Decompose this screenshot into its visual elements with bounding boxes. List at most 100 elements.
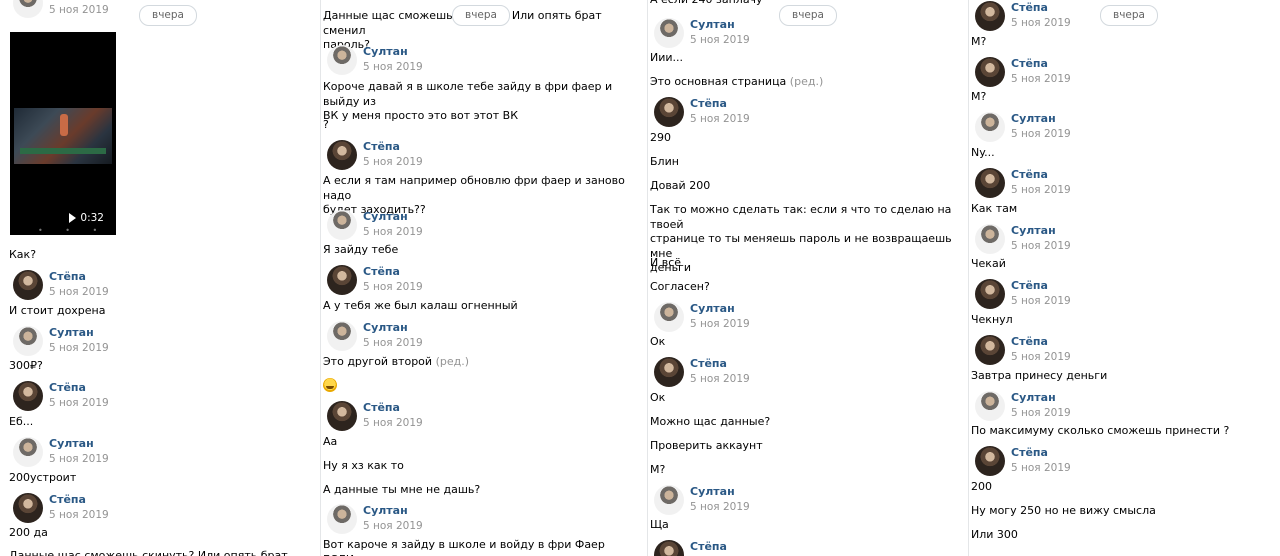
avatar[interactable]	[327, 210, 357, 240]
message-text: Как там	[971, 202, 1280, 217]
message-text: По максимуму сколько сможешь принести ?	[971, 424, 1280, 439]
message-header: Султан 5 ноя 2019	[975, 224, 1276, 256]
message-header: Султан 5 ноя 2019	[975, 112, 1276, 144]
message-text: Это другой второй (ред.)	[323, 355, 639, 370]
author-name-link[interactable]: Стёпа	[1011, 446, 1048, 459]
author-name-link[interactable]: Султан	[363, 504, 408, 517]
avatar[interactable]	[975, 279, 1005, 309]
message-text: Я зайду тебе	[323, 243, 639, 258]
message-text-content: Ща	[650, 518, 669, 531]
avatar[interactable]	[654, 18, 684, 48]
avatar[interactable]	[975, 335, 1005, 365]
message-text-content: 200устроит	[9, 471, 77, 484]
avatar[interactable]	[13, 437, 43, 467]
avatar[interactable]	[975, 391, 1005, 421]
author-name-link[interactable]: Султан	[690, 302, 735, 315]
message-header: Стёпа 5 ноя 2019	[975, 168, 1276, 200]
author-name-link[interactable]: Султан	[49, 326, 94, 339]
author-name-link[interactable]: Султан	[49, 437, 94, 450]
avatar[interactable]	[654, 302, 684, 332]
author-name-link[interactable]: Султан	[363, 45, 408, 58]
message-text: 300₽?	[9, 359, 316, 374]
message-date: 5 ноя 2019	[1011, 295, 1071, 307]
message-date: 5 ноя 2019	[1011, 407, 1071, 419]
message-date: 5 ноя 2019	[363, 281, 423, 293]
author-name-link[interactable]: Стёпа	[363, 265, 400, 278]
message-date: 5 ноя 2019	[1011, 184, 1071, 196]
date-divider-yesterday: вчера	[452, 5, 510, 26]
video-duration: 0:32	[80, 212, 104, 224]
play-icon[interactable]	[69, 213, 76, 223]
author-name-link[interactable]: Султан	[690, 18, 735, 31]
author-name-link[interactable]: Стёпа	[1011, 279, 1048, 292]
author-name-link[interactable]: Султан	[363, 321, 408, 334]
author-name-link[interactable]: Султан	[1011, 224, 1056, 237]
avatar[interactable]	[654, 97, 684, 127]
avatar[interactable]	[13, 326, 43, 356]
author-name-link[interactable]: Стёпа	[1011, 57, 1048, 70]
avatar[interactable]	[327, 265, 357, 295]
message-text-content: М?	[971, 90, 987, 103]
message-text: Завтра принесу деньги	[971, 369, 1280, 384]
avatar[interactable]	[327, 504, 357, 534]
author-name-link[interactable]: Стёпа	[49, 381, 86, 394]
message-text: Ща	[650, 518, 961, 533]
author-name-link[interactable]: Султан	[690, 485, 735, 498]
message-date: 5 ноя 2019	[49, 342, 109, 354]
author-name-link[interactable]: Стёпа	[1011, 1, 1048, 14]
message-text: Ок	[650, 391, 961, 406]
author-name-link[interactable]: Стёпа	[1011, 168, 1048, 181]
author-name-link[interactable]: Стёпа	[690, 97, 727, 110]
message-date: 5 ноя 2019	[690, 34, 750, 46]
author-name-link[interactable]: Султан	[1011, 391, 1056, 404]
author-name-link[interactable]: Стёпа	[49, 270, 86, 283]
avatar[interactable]	[654, 540, 684, 556]
author-name-link[interactable]: Стёпа	[49, 493, 86, 506]
avatar[interactable]	[327, 321, 357, 351]
avatar[interactable]	[13, 270, 43, 300]
avatar[interactable]	[13, 0, 43, 18]
avatar[interactable]	[975, 224, 1005, 254]
author-name-link[interactable]: Стёпа	[363, 401, 400, 414]
avatar[interactable]	[13, 381, 43, 411]
message-text: ?	[323, 118, 639, 133]
avatar[interactable]	[975, 1, 1005, 31]
message-text: Блин	[650, 155, 961, 170]
message-text: Данные щас сможешь скинуть? Или опять бр…	[9, 549, 316, 556]
message-text-content: Иии...	[650, 51, 684, 64]
author-name-link[interactable]: Султан	[363, 210, 408, 223]
message-text-content: Ну могу 250 но не вижу смысла	[971, 504, 1156, 517]
message-text: Чекнул	[971, 313, 1280, 328]
message-text: Ну могу 250 но не вижу смысла	[971, 504, 1280, 519]
message-text-content: Ок	[650, 335, 666, 348]
avatar[interactable]	[975, 57, 1005, 87]
message-text-content: Данные щас сможешь скинуть? Или опять бр…	[9, 549, 288, 556]
message-text-content: По максимуму сколько сможешь принести ?	[971, 424, 1230, 437]
avatar[interactable]	[975, 446, 1005, 476]
avatar[interactable]	[327, 45, 357, 75]
date-divider-yesterday: вчера	[779, 5, 837, 26]
column-divider	[968, 0, 969, 556]
message-text: Или 300	[971, 528, 1280, 543]
avatar[interactable]	[975, 168, 1005, 198]
avatar[interactable]	[975, 112, 1005, 142]
message-text-content: Ну я хз как то	[323, 459, 404, 472]
message-date: 5 ноя 2019	[690, 501, 750, 513]
author-name-link[interactable]: Стёпа	[1011, 335, 1048, 348]
video-attachment[interactable]: 0:32 • • •	[10, 32, 116, 235]
message-text-content: Еб...	[9, 415, 34, 428]
avatar[interactable]	[327, 401, 357, 431]
message-date: 5 ноя 2019	[49, 286, 109, 298]
date-divider-yesterday: вчера	[1100, 5, 1158, 26]
avatar[interactable]	[13, 493, 43, 523]
author-name-link[interactable]: Стёпа	[690, 540, 727, 553]
avatar[interactable]	[654, 485, 684, 515]
message-header: Стёпа 5 ноя 2019	[975, 279, 1276, 311]
author-name-link[interactable]: Стёпа	[690, 357, 727, 370]
message-header: Стёпа 5 ноя 2019	[975, 57, 1276, 89]
author-name-link[interactable]: Стёпа	[363, 140, 400, 153]
edited-label: (ред.)	[435, 355, 469, 368]
avatar[interactable]	[654, 357, 684, 387]
avatar[interactable]	[327, 140, 357, 170]
author-name-link[interactable]: Султан	[1011, 112, 1056, 125]
